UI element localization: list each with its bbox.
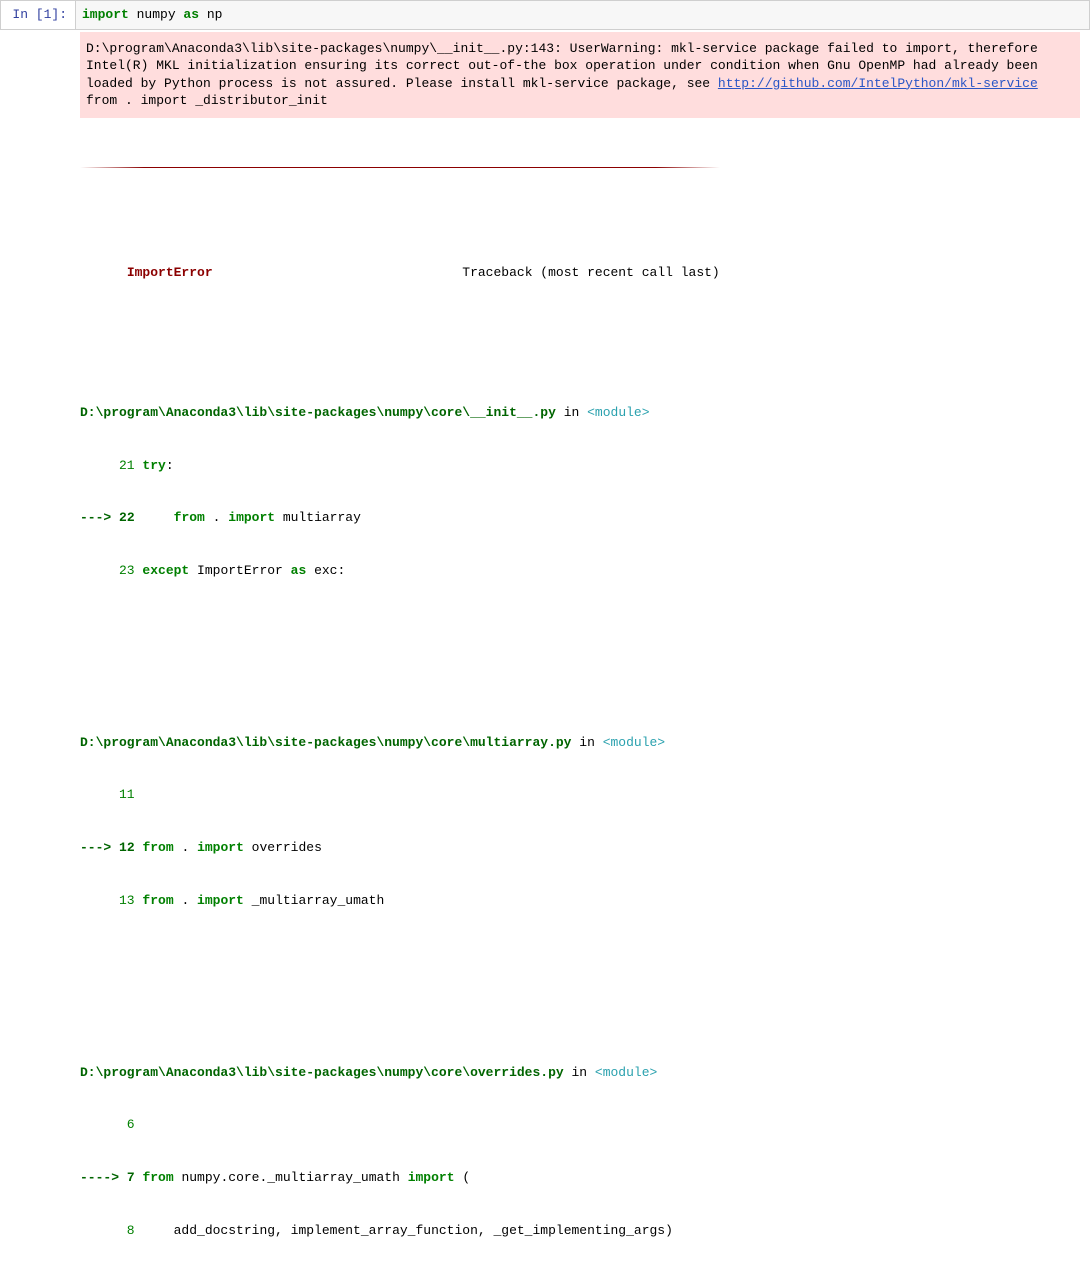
lineno-current: 22 — [119, 510, 135, 525]
lineno: 21 — [80, 458, 142, 473]
lineno: 11 — [80, 787, 142, 802]
kw-except: except — [142, 563, 189, 578]
warning-import-line: from . import _distributor_init — [86, 92, 1074, 110]
frame-path: D:\program\Anaconda3\lib\site-packages\n… — [80, 1065, 564, 1080]
code-input[interactable]: import numpy as np — [75, 1, 1089, 29]
imp-name: overrides — [244, 840, 322, 855]
module-tag: <module> — [595, 1065, 657, 1080]
paren: ( — [455, 1170, 471, 1185]
imp-name: multiarray — [275, 510, 361, 525]
in-text: in — [564, 1065, 595, 1080]
lineno: 23 — [80, 563, 142, 578]
lineno: 8 — [80, 1223, 142, 1238]
lineno-current: 7 — [127, 1170, 135, 1185]
in-text: in — [571, 735, 602, 750]
dot: . — [174, 840, 197, 855]
tb-frame: D:\program\Anaconda3\lib\site-packages\n… — [80, 699, 1080, 945]
dot: . — [205, 510, 228, 525]
frame-path: D:\program\Anaconda3\lib\site-packages\n… — [80, 735, 571, 750]
traceback-divider — [80, 167, 720, 168]
exc-var: exc: — [306, 563, 345, 578]
input-prompt: In [1]: — [1, 1, 75, 29]
prompt-label: In [1]: — [12, 7, 67, 22]
imp-name: _multiarray_umath — [244, 893, 384, 908]
mid: numpy.core._multiarray_umath — [174, 1170, 408, 1185]
sp — [135, 840, 143, 855]
kw-import: import — [408, 1170, 455, 1185]
tb-frame: D:\program\Anaconda3\lib\site-packages\n… — [80, 1029, 1080, 1270]
dot: . — [174, 893, 197, 908]
body: add_docstring, implement_array_function,… — [142, 1223, 673, 1238]
kw-import: import — [197, 893, 244, 908]
sp — [135, 1170, 143, 1185]
warning-box: D:\program\Anaconda3\lib\site-packages\n… — [80, 32, 1080, 118]
code-cell[interactable]: In [1]: import numpy as np — [0, 0, 1090, 30]
kw-import: import — [197, 840, 244, 855]
in-text: in — [556, 405, 587, 420]
module-tag: <module> — [587, 405, 649, 420]
warning-link[interactable]: http://github.com/IntelPython/mkl-servic… — [718, 76, 1038, 91]
error-name: ImportError — [127, 265, 213, 280]
kw-from: from — [142, 840, 173, 855]
exc-mid: ImportError — [189, 563, 290, 578]
colon: : — [166, 458, 174, 473]
kw-try: try — [142, 458, 165, 473]
kw-from: from — [142, 1170, 173, 1185]
code-alias: np — [199, 7, 222, 22]
kw-import: import — [228, 510, 275, 525]
traceback: ImportError Traceback (most recent call … — [80, 126, 1080, 1270]
kw-as: as — [291, 563, 307, 578]
lineno-current: 12 — [119, 840, 135, 855]
output-area: D:\program\Anaconda3\lib\site-packages\n… — [0, 32, 1090, 1270]
pad — [135, 510, 174, 525]
tb-header: Traceback (most recent call last) — [462, 265, 719, 280]
lineno: 6 — [80, 1117, 142, 1132]
kw-import: import — [82, 7, 129, 22]
arrow-icon: ---> — [80, 510, 119, 525]
lineno: 13 — [80, 893, 142, 908]
kw-from: from — [142, 893, 173, 908]
tb-frame: D:\program\Anaconda3\lib\site-packages\n… — [80, 369, 1080, 615]
arrow-icon: ---> — [80, 840, 119, 855]
frame-path: D:\program\Anaconda3\lib\site-packages\n… — [80, 405, 556, 420]
code-module: numpy — [129, 7, 184, 22]
kw-from: from — [174, 510, 205, 525]
module-tag: <module> — [603, 735, 665, 750]
spacer — [213, 265, 463, 280]
arrow-icon: ----> — [80, 1170, 127, 1185]
kw-as: as — [183, 7, 199, 22]
